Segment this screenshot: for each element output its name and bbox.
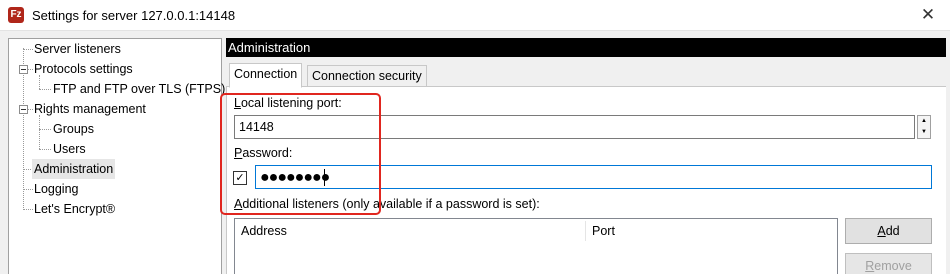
- collapse-icon[interactable]: [19, 105, 28, 114]
- sidebar-item-users[interactable]: Users: [53, 139, 86, 159]
- collapse-icon[interactable]: [19, 65, 28, 74]
- port-spinner[interactable]: ▲ ▼: [917, 115, 931, 139]
- window-edge: [946, 38, 950, 274]
- sidebar-item-rights-management[interactable]: Rights management: [34, 99, 146, 119]
- page-title: Administration: [226, 38, 950, 57]
- additional-listeners-label: Additional listeners (only available if …: [234, 197, 540, 211]
- add-button[interactable]: Add: [845, 218, 932, 244]
- password-label: Password:: [234, 146, 293, 160]
- local-port-label: Local listening port:: [234, 96, 342, 110]
- filezilla-app-icon: Fz: [8, 7, 24, 23]
- spin-down-icon[interactable]: ▼: [918, 127, 930, 138]
- tab-connection-security[interactable]: Connection security: [307, 65, 427, 87]
- sidebar-item-protocols-settings[interactable]: Protocols settings: [34, 59, 133, 79]
- sidebar-item-administration[interactable]: Administration: [32, 159, 116, 179]
- sidebar-item-groups[interactable]: Groups: [53, 119, 94, 139]
- column-header-address[interactable]: Address: [235, 219, 585, 243]
- local-port-input[interactable]: 14148: [234, 115, 915, 139]
- settings-tree: Server listeners Protocols settings FTP …: [8, 38, 225, 274]
- remove-button[interactable]: Remove: [845, 253, 932, 274]
- password-masked-value: ●●●●●●●●: [260, 169, 330, 186]
- listeners-table[interactable]: Address Port: [234, 218, 838, 274]
- title-bar: Fz Settings for server 127.0.0.1:14148 ✕: [0, 0, 950, 31]
- column-header-port[interactable]: Port: [586, 219, 836, 243]
- close-icon[interactable]: ✕: [916, 4, 940, 26]
- password-checkbox[interactable]: ✓: [233, 171, 247, 185]
- window-title: Settings for server 127.0.0.1:14148: [32, 8, 236, 23]
- tab-connection[interactable]: Connection: [229, 63, 303, 88]
- sidebar-item-server-listeners[interactable]: Server listeners: [34, 39, 121, 59]
- password-field[interactable]: [255, 165, 932, 189]
- sidebar-item-logging[interactable]: Logging: [34, 179, 79, 199]
- text-caret: [324, 169, 325, 186]
- sidebar-item-ftp-ftps[interactable]: FTP and FTP over TLS (FTPS): [53, 79, 225, 99]
- sidebar-item-lets-encrypt[interactable]: Let's Encrypt®: [34, 199, 115, 219]
- spin-up-icon[interactable]: ▲: [918, 116, 930, 127]
